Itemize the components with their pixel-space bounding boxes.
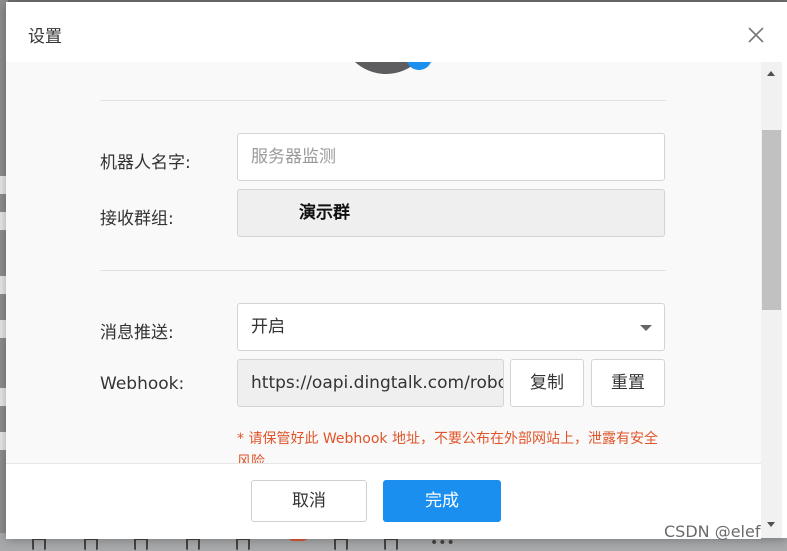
webhook-label: Webhook: (100, 374, 185, 394)
scroll-up-icon[interactable] (767, 71, 775, 76)
chevron-down-icon (640, 325, 652, 331)
group-label: 接收群组: (100, 209, 174, 229)
folder-icon (32, 538, 46, 550)
group-field: 演示群 (237, 189, 665, 237)
settings-dialog: 设置 机器人名字: 服务器监测 接收群组: 演示群 消息推送: 开启 Webho… (6, 2, 787, 539)
divider (100, 270, 666, 271)
cancel-button[interactable]: 取消 (251, 480, 367, 522)
document-icon (84, 538, 98, 550)
mail-icon (334, 538, 348, 550)
avatar-badge (406, 62, 432, 70)
copy-button[interactable]: 复制 (510, 359, 584, 407)
dialog-footer: 取消 完成 (6, 463, 761, 539)
scrollbar-thumb[interactable] (762, 130, 781, 310)
done-button[interactable]: 完成 (383, 480, 501, 522)
push-select[interactable]: 开启 (237, 303, 665, 351)
dialog-title: 设置 (28, 27, 62, 47)
more-icon: ••• (430, 535, 455, 551)
check-icon (134, 538, 148, 550)
reset-button[interactable]: 重置 (591, 359, 665, 407)
push-select-value: 开启 (251, 317, 285, 337)
apps-icon (384, 538, 398, 550)
scroll-down-icon[interactable] (767, 522, 775, 527)
robot-name-input[interactable]: 服务器监测 (237, 133, 665, 181)
divider (100, 100, 666, 101)
push-label: 消息推送: (100, 323, 174, 343)
phone-icon (236, 538, 250, 550)
group-name: 演示群 (299, 203, 350, 223)
close-icon[interactable] (745, 24, 767, 46)
webhook-field[interactable]: https://oapi.dingtalk.com/robot/send (237, 359, 504, 407)
robot-name-placeholder: 服务器监测 (251, 147, 336, 167)
webhook-url: https://oapi.dingtalk.com/robot/send (251, 373, 503, 393)
watermark: CSDN @elef (664, 522, 761, 541)
scrollbar[interactable] (761, 62, 782, 538)
robot-name-label: 机器人名字: (100, 153, 191, 173)
lightning-icon (186, 538, 200, 550)
dialog-body: 机器人名字: 服务器监测 接收群组: 演示群 消息推送: 开启 Webhook:… (6, 62, 761, 463)
webhook-warning: * 请保管好此 Webhook 地址，不要公布在外部网站上，泄露有安全风险 (237, 431, 658, 463)
